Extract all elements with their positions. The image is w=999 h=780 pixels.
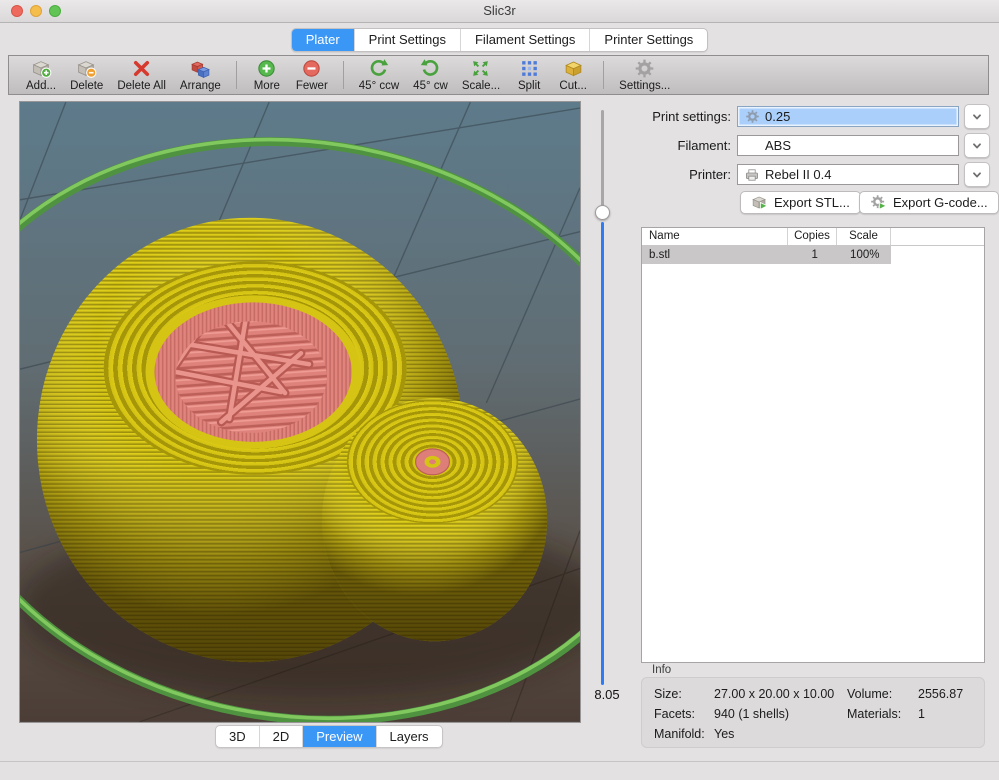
delete-all-button[interactable]: Delete All <box>110 58 173 93</box>
window-title: Slic3r <box>0 0 999 22</box>
scale-button[interactable]: Scale... <box>455 58 507 93</box>
size-value: 27.00 x 20.00 x 10.00 <box>714 687 834 701</box>
rotate-ccw-icon <box>368 58 389 79</box>
toolbar-separator <box>236 61 237 89</box>
view-mode-preview[interactable]: Preview <box>303 726 376 747</box>
print-settings-dropdown-button[interactable] <box>964 104 990 129</box>
gcode-preview-scene <box>20 102 580 722</box>
delete-button[interactable]: Delete <box>63 58 110 93</box>
title-bar: Slic3r <box>0 0 999 23</box>
cell-scale: 100% <box>839 246 891 264</box>
filament-row: Filament: ABS <box>620 134 990 157</box>
cut-box-icon <box>563 58 584 79</box>
box-plus-icon <box>31 58 52 79</box>
view-mode-switcher: 3D 2D Preview Layers <box>215 725 443 748</box>
gear-icon <box>744 109 760 125</box>
scale-arrows-icon <box>470 58 491 79</box>
view-mode-3d[interactable]: 3D <box>216 726 260 747</box>
print-settings-select[interactable]: 0.25 <box>737 106 959 127</box>
print-settings-label: Print settings: <box>620 109 737 124</box>
box-minus-icon <box>76 58 97 79</box>
plater-toolbar: Add... Delete Delete All <box>8 55 989 95</box>
tab-filament-settings[interactable]: Filament Settings <box>461 29 590 51</box>
object-list-header: Name Copies Scale <box>642 228 984 246</box>
slider-track-lower[interactable] <box>601 222 604 685</box>
chevron-down-icon <box>970 139 984 153</box>
slider-value: 8.05 <box>587 687 627 702</box>
slider-track-upper[interactable] <box>601 110 604 207</box>
printer-label: Printer: <box>620 167 737 182</box>
filament-select[interactable]: ABS <box>737 135 959 156</box>
volume-label: Volume: <box>847 687 892 701</box>
more-button[interactable]: More <box>245 58 289 93</box>
slider-handle[interactable] <box>595 205 610 220</box>
print-settings-value: 0.25 <box>765 109 790 124</box>
column-header-scale[interactable]: Scale <box>837 228 891 245</box>
facets-value: 940 (1 shells) <box>714 707 789 721</box>
print-settings-row: Print settings: 0.25 <box>620 105 990 128</box>
cell-name: b.stl <box>642 246 791 264</box>
tab-plater[interactable]: Plater <box>292 29 355 51</box>
add-button[interactable]: Add... <box>19 58 63 93</box>
layer-slider[interactable] <box>595 110 610 688</box>
view-mode-layers[interactable]: Layers <box>377 726 442 747</box>
rotate-cw-icon <box>420 58 441 79</box>
viewport-3d[interactable] <box>19 101 581 723</box>
object-list[interactable]: Name Copies Scale b.stl 1 100% <box>641 227 985 663</box>
fewer-button[interactable]: Fewer <box>289 58 335 93</box>
filament-dropdown-button[interactable] <box>964 133 990 158</box>
settings-button[interactable]: Settings... <box>612 58 677 93</box>
toolbar-separator <box>603 61 604 89</box>
table-row[interactable]: b.stl 1 100% <box>642 246 891 264</box>
rotate-cw-button[interactable]: 45° cw <box>406 58 455 93</box>
size-label: Size: <box>654 687 682 701</box>
filament-value: ABS <box>765 138 791 153</box>
manifold-label: Manifold: <box>654 727 705 741</box>
tab-print-settings[interactable]: Print Settings <box>355 29 461 51</box>
plus-circle-icon <box>256 58 277 79</box>
minus-circle-icon <box>301 58 322 79</box>
split-dots-icon <box>519 58 540 79</box>
view-mode-2d[interactable]: 2D <box>260 726 304 747</box>
box-export-icon <box>751 194 768 211</box>
printer-select[interactable]: Rebel II 0.4 <box>737 164 959 185</box>
printer-dropdown-button[interactable] <box>964 162 990 187</box>
rotate-ccw-button[interactable]: 45° ccw <box>352 58 406 93</box>
filament-label: Filament: <box>620 138 737 153</box>
info-box: Size: 27.00 x 20.00 x 10.00 Volume: 2556… <box>641 677 985 748</box>
printer-row: Printer: Rebel II 0.4 <box>620 163 990 186</box>
chevron-down-icon <box>970 110 984 124</box>
filament-icon-space <box>744 138 760 154</box>
model-small-dome <box>322 398 547 641</box>
gear-export-icon <box>870 194 887 211</box>
export-gcode-button[interactable]: Export G-code... <box>859 191 999 214</box>
red-x-icon <box>131 58 152 79</box>
toolbar-separator <box>343 61 344 89</box>
split-button[interactable]: Split <box>507 58 551 93</box>
column-header-copies[interactable]: Copies <box>788 228 837 245</box>
main-tab-bar: Plater Print Settings Filament Settings … <box>0 28 999 52</box>
gear-icon <box>634 58 655 79</box>
export-stl-button[interactable]: Export STL... <box>740 191 861 214</box>
info-section-title: Info <box>652 664 671 676</box>
materials-value: 1 <box>918 707 925 721</box>
cubes-icon <box>190 58 211 79</box>
manifold-value: Yes <box>714 727 734 741</box>
volume-value: 2556.87 <box>918 687 963 701</box>
tab-printer-settings[interactable]: Printer Settings <box>590 29 707 51</box>
cut-button[interactable]: Cut... <box>551 58 595 93</box>
cell-copies: 1 <box>791 246 839 264</box>
printer-value: Rebel II 0.4 <box>765 167 832 182</box>
materials-label: Materials: <box>847 707 901 721</box>
facets-label: Facets: <box>654 707 695 721</box>
bottom-divider <box>0 761 999 762</box>
column-header-name[interactable]: Name <box>642 228 788 245</box>
chevron-down-icon <box>970 168 984 182</box>
printer-icon <box>744 167 760 183</box>
arrange-button[interactable]: Arrange <box>173 58 228 93</box>
